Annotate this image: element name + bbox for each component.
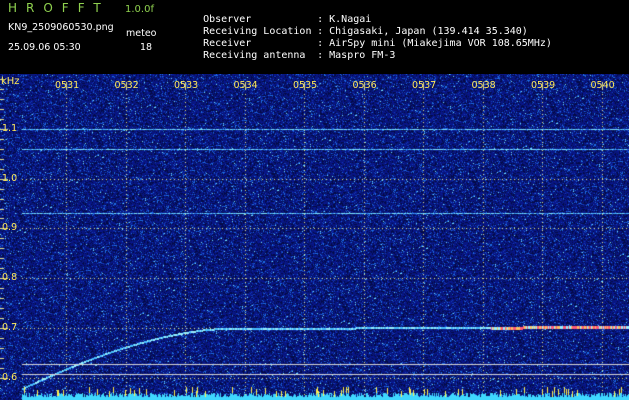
x-tick-label: 0534 [233, 80, 258, 91]
spectrogram-panel [0, 74, 629, 400]
x-tick-label: 0538 [471, 80, 496, 91]
date-time: 25.09.06 05:30 [8, 42, 81, 53]
x-tick-label: 0535 [293, 80, 318, 91]
y-tick-label: 0.8 [2, 272, 18, 284]
y-axis-unit-label: kHz [1, 76, 20, 87]
x-tick-label: 0533 [174, 80, 199, 91]
spectrogram-canvas [0, 74, 629, 400]
x-tick-label: 0540 [590, 80, 615, 91]
y-tick-label: 0.7 [2, 321, 18, 333]
info-row-antenna: Receiving antenna : Maspro FM-3 [179, 39, 395, 72]
meteo-label: meteo [126, 28, 157, 39]
x-tick-label: 0532 [114, 80, 139, 91]
y-tick-label: 1.1 [2, 123, 18, 134]
x-tick-label: 0539 [531, 80, 556, 91]
info-label: Receiving antenna [203, 50, 306, 61]
app-version: 1.0.0f [125, 4, 154, 15]
y-tick-label: 0.9 [2, 222, 18, 234]
x-tick-label: 0531 [55, 80, 80, 91]
header-bar: HROFFT 1.0.0f KN9_2509060530.png meteo 2… [0, 0, 629, 74]
info-value: : Maspro FM-3 [317, 50, 396, 61]
y-tick-label: 0.6 [2, 371, 18, 383]
x-tick-label: 0537 [412, 80, 437, 91]
meteo-count: 18 [140, 42, 153, 53]
y-tick-label: 1.0 [2, 172, 18, 184]
x-tick-label: 0536 [352, 80, 377, 91]
file-name: KN9_2509060530.png [8, 22, 114, 33]
app-title: HROFFT [8, 1, 110, 15]
